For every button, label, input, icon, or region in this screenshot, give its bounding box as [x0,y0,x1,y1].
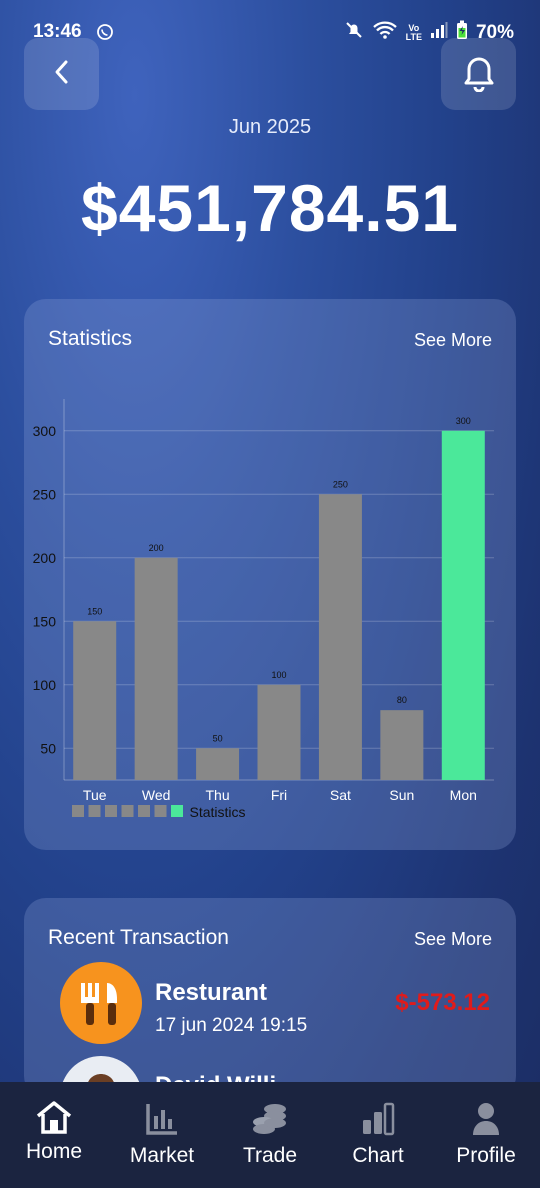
bottom-navigation: Home Market Trade Chart Profile [0,1082,540,1188]
back-button[interactable] [24,38,99,110]
statistics-chart: 50 100 150 200 250 300 150 Tue 200 Wed 50 Thu 100 Fri… [33,399,494,820]
chart-bars-icon [324,1102,432,1136]
mute-bell-icon [344,20,364,45]
balance-amount: $451,784.51 [80,171,460,245]
x-tick-label: Fri [271,787,287,803]
y-tick-label: 100 [33,677,57,693]
recent-transaction-card: Recent Transaction See More Resturant 17… [24,898,516,1138]
legend-swatch [121,805,134,817]
wifi-icon [372,20,398,45]
x-tick-label: Sun [389,787,414,803]
month-label: Jun 2025 [228,116,312,138]
x-tick-label: Mon [450,787,477,803]
y-tick-label: 150 [33,613,57,629]
nav-home[interactable]: Home [0,1082,108,1188]
fork-knife-icon [60,962,142,1044]
data-label: 300 [456,416,471,426]
data-label: 150 [87,606,102,616]
x-tick-label: Tue [83,787,107,803]
nav-profile-label: Profile [456,1144,516,1167]
bar-chart-icon [108,1102,216,1136]
legend-swatch [72,805,84,817]
transaction-row[interactable]: Resturant 17 jun 2024 19:15 $-573.12 [60,962,490,1044]
nav-market-label: Market [129,1144,195,1167]
y-tick-label: 200 [33,550,57,566]
data-label: 80 [397,695,407,705]
y-tick-label: 50 [40,740,56,756]
nav-home-label: Home [25,1140,83,1163]
volte-indicator: Vo LTE [405,22,422,42]
legend-swatch [154,805,167,817]
bar [134,557,178,780]
user-icon [432,1102,540,1136]
transaction-amount: $-573.12 [395,989,490,1016]
nav-trade-label: Trade [242,1144,298,1167]
x-tick-label: Sat [330,787,351,803]
bar [196,748,240,780]
legend-swatch [105,805,117,817]
transaction-name: Resturant [155,979,268,1006]
recent-transaction-see-more-link[interactable]: See More [414,929,492,950]
nav-profile[interactable]: Profile [432,1082,540,1188]
y-tick-label: 300 [33,423,57,439]
nav-trade[interactable]: Trade [216,1082,324,1188]
nav-chart[interactable]: Chart [324,1082,432,1188]
bell-icon [460,52,498,97]
chevron-left-icon [54,59,70,90]
home-icon [0,1100,108,1134]
data-label: 200 [149,543,164,553]
bar [257,684,301,780]
data-label: 250 [333,479,348,489]
legend-swatch [138,805,150,817]
legend-label: Statistics [190,804,246,820]
transaction-date: 17 jun 2024 19:15 [155,1015,308,1036]
bar [380,710,424,780]
x-tick-label: Wed [142,787,171,803]
coins-icon [216,1102,324,1136]
x-tick-label: Thu [206,787,230,803]
bar [73,621,117,780]
recent-transaction-title: Recent Transaction [48,926,229,949]
bar [441,430,485,780]
statistics-card: Statistics See More 50 100 150 200 250 300 150… [24,299,516,850]
notification-button[interactable] [441,38,516,110]
data-label: 50 [213,733,223,743]
bar [318,494,362,780]
data-label: 100 [271,670,286,680]
legend-swatch [171,805,183,817]
y-tick-label: 250 [33,486,57,502]
nav-market[interactable]: Market [108,1082,216,1188]
legend-swatch [88,805,101,817]
nav-chart-label: Chart [352,1144,404,1167]
whatsapp-icon [96,23,114,46]
